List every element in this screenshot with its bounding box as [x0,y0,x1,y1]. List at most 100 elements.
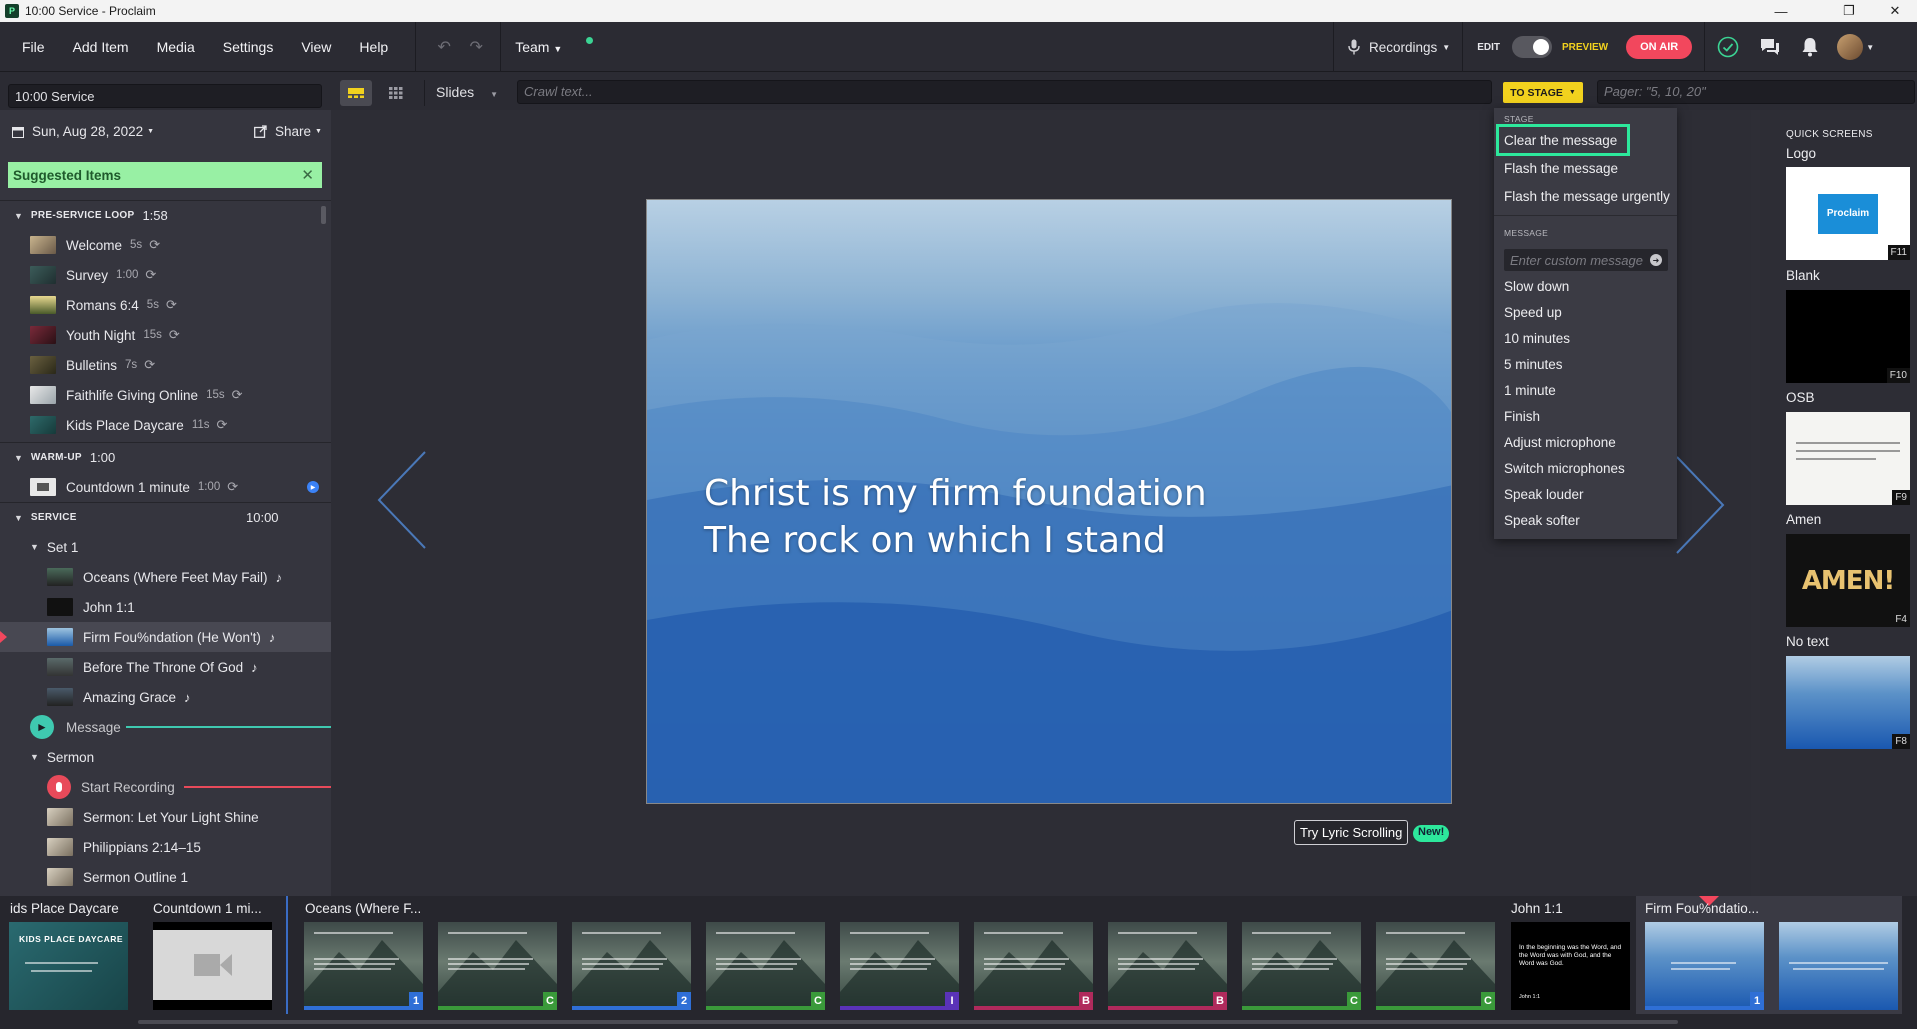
quick-screen-blank[interactable]: F10 [1786,290,1910,383]
list-item[interactable]: Sermon Outline 1 [0,862,331,892]
list-item[interactable]: Survey 1:00 ⟳ [0,260,331,290]
slide-thumbnail[interactable]: C [1242,922,1361,1010]
list-item[interactable]: Welcome 5s ⟳ [0,230,331,260]
text-line [716,968,793,970]
try-lyric-scrolling-button[interactable]: Try Lyric Scrolling [1294,820,1409,845]
custom-message-input[interactable]: Enter custom message ➜ [1504,249,1668,271]
minimize-button[interactable]: — [1758,0,1804,22]
mountain-graphic [706,940,825,1010]
list-item[interactable]: John 1:1 [0,592,331,622]
suggested-items-banner[interactable]: Suggested Items ✕ [8,162,322,188]
quick-screen-logo[interactable]: Proclaim F11 [1786,167,1910,260]
slide-thumbnail[interactable]: C [438,922,557,1010]
close-button[interactable]: ✕ [1872,0,1917,22]
list-item[interactable]: Faithlife Giving Online 15s ⟳ [0,380,331,410]
warmup-section[interactable]: ▼ WARM-UP 1:00 [0,442,331,472]
share-button[interactable]: Share ▼ [254,124,322,139]
caret-down-icon[interactable]: ▼ [1866,43,1874,52]
sermon-group[interactable]: ▼ Sermon [0,742,331,772]
slide-thumbnail[interactable]: KIDS PLACE DAYCARE [9,922,128,1010]
send-arrow-icon[interactable]: ➜ [1650,254,1662,266]
crawl-text-input[interactable]: Crawl text... [517,80,1492,104]
redo-icon[interactable]: ↷ [462,37,490,57]
list-item[interactable]: Amazing Grace ♪ [0,682,331,712]
quick-screen-amen[interactable]: AMEN! F4 [1786,534,1910,627]
on-air-button[interactable]: ON AIR [1626,35,1693,59]
menu-file[interactable]: File [8,39,59,55]
previous-slide-arrow-icon[interactable] [377,450,427,550]
menu-item-adjust-microphone[interactable]: Adjust microphone [1504,435,1616,450]
maximize-button[interactable]: ❐ [1826,0,1872,22]
slide-thumbnail[interactable] [153,922,272,1010]
menu-item-speed-up[interactable]: Speed up [1504,305,1562,320]
list-item[interactable]: Countdown 1 minute 1:00 ⟳ ▶ [0,472,331,502]
list-item[interactable]: Youth Night 15s ⟳ [0,320,331,350]
menu-media[interactable]: Media [143,39,209,55]
menu-item-flash-message[interactable]: Flash the message [1504,161,1618,176]
menu-item-switch-microphones[interactable]: Switch microphones [1504,461,1625,476]
check-circle-icon[interactable] [1717,36,1739,58]
pre-service-section[interactable]: ▼ PRE-SERVICE LOOP 1:58 [0,200,331,230]
list-item[interactable]: Sermon: Let Your Light Shine [0,802,331,832]
menu-item-slow-down[interactable]: Slow down [1504,279,1569,294]
slides-dropdown[interactable]: Slides ▼ [436,84,498,100]
avatar[interactable] [1837,34,1864,60]
menu-add-item[interactable]: Add Item [59,39,143,55]
slide-thumbnail[interactable]: B [974,922,1093,1010]
slide-thumbnail[interactable]: 2 [572,922,691,1010]
menu-view[interactable]: View [287,39,345,55]
menu-item-speak-softer[interactable]: Speak softer [1504,513,1580,528]
menu-item-5-minutes[interactable]: 5 minutes [1504,357,1563,372]
slide-thumbnail[interactable]: 1 [304,922,423,1010]
service-date-dropdown[interactable]: Sun, Aug 28, 2022 ▼ [12,124,154,139]
menu-settings[interactable]: Settings [209,39,288,55]
menu-item-finish[interactable]: Finish [1504,409,1540,424]
menu-item-clear-message[interactable]: Clear the message [1504,133,1617,148]
quick-screen-osb[interactable]: F9 [1786,412,1910,505]
slide-thumbnail[interactable]: C [1376,922,1495,1010]
slide-thumbnail[interactable]: B [1108,922,1227,1010]
start-recording-signal[interactable]: Start Recording [0,772,331,802]
menu-help[interactable]: Help [345,39,402,55]
menu-item-flash-urgently[interactable]: Flash the message urgently [1504,189,1674,204]
undo-icon[interactable]: ↶ [426,37,462,57]
list-item[interactable]: Oceans (Where Feet May Fail) ♪ [0,562,331,592]
team-menu[interactable]: Team ▼ [501,39,576,55]
list-item[interactable]: Bulletins 7s ⟳ [0,350,331,380]
list-item-selected[interactable]: Firm Fou%ndation (He Won't) ♪ [0,622,331,652]
list-item[interactable]: Before The Throne Of God ♪ [0,652,331,682]
list-item[interactable]: Kids Place Daycare 11s ⟳ [0,410,331,440]
live-slide-preview[interactable]: Christ is my firm foundation The rock on… [646,199,1452,804]
recordings-button[interactable]: Recordings ▼ [1334,39,1462,55]
message-signal[interactable]: ► Message [0,712,331,742]
service-name-field[interactable]: 10:00 Service [8,84,322,108]
slide-thumbnail[interactable]: C [706,922,825,1010]
list-item[interactable]: Philippians 2:14–15 [0,832,331,862]
music-note-icon: ♪ [184,689,191,705]
slide-color-bar [706,1006,825,1010]
close-icon[interactable]: ✕ [301,166,314,184]
play-icon[interactable]: ▶ [307,481,319,493]
menu-item-10-minutes[interactable]: 10 minutes [1504,331,1570,346]
menu-divider [1494,215,1677,216]
slide-thumbnail-live[interactable]: 1 [1645,922,1764,1010]
bell-icon[interactable] [1801,37,1819,57]
chat-icon[interactable] [1759,37,1781,57]
menu-item-1-minute[interactable]: 1 minute [1504,383,1556,398]
slide-thumbnail[interactable] [1779,922,1898,1010]
pager-input[interactable]: Pager: "5, 10, 20" [1597,80,1915,104]
to-stage-button[interactable]: TO STAGE ▼ [1503,82,1583,103]
next-slide-arrow-icon[interactable] [1675,455,1725,555]
set-group[interactable]: ▼ Set 1 [0,532,331,562]
service-section[interactable]: ▼ SERVICE 10:00 [0,502,331,532]
quick-screen-no-text[interactable]: F8 [1786,656,1910,749]
edit-preview-toggle[interactable] [1512,36,1552,58]
grid-view-button[interactable] [380,80,412,106]
horizontal-scrollbar[interactable] [138,1020,1678,1024]
single-view-button[interactable] [340,80,372,106]
list-item[interactable]: Romans 6:4 5s ⟳ [0,290,331,320]
slide-thumbnail[interactable]: I [840,922,959,1010]
menu-item-speak-louder[interactable]: Speak louder [1504,487,1584,502]
caret-down-icon: ▼ [147,128,155,135]
slide-thumbnail[interactable]: In the beginning was the Word, and the W… [1511,922,1630,1010]
